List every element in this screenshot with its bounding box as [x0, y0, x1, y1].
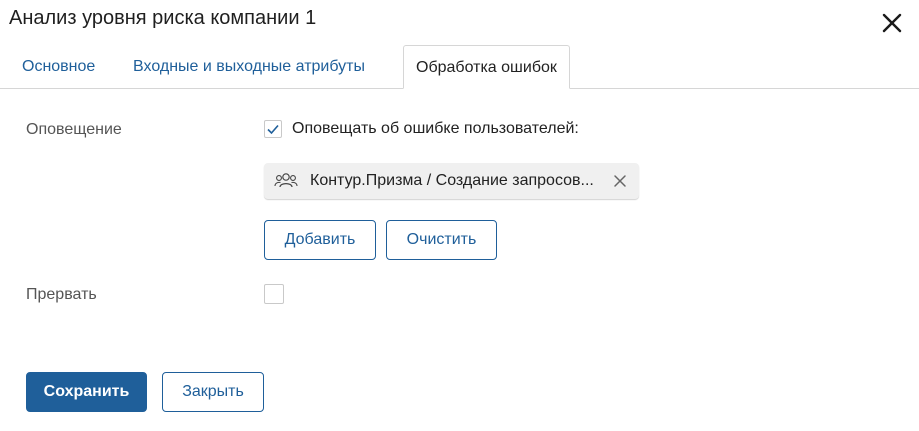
close-button[interactable]: Закрыть	[162, 372, 264, 412]
users-group-icon	[274, 171, 298, 191]
tab-input-output-attributes[interactable]: Входные и выходные атрибуты	[133, 45, 365, 88]
add-button[interactable]: Добавить	[264, 220, 376, 260]
tab-error-handling[interactable]: Обработка ошибок	[403, 45, 570, 89]
tab-general[interactable]: Основное	[22, 45, 95, 88]
tab-bar: Основное Входные и выходные атрибуты Обр…	[0, 45, 919, 89]
abort-checkbox[interactable]	[264, 284, 284, 304]
remove-chip-icon[interactable]	[613, 174, 627, 188]
notify-users-label: Оповещать об ошибке пользователей:	[292, 120, 579, 137]
abort-label: Прервать	[26, 286, 97, 303]
recipient-chip-label: Контур.Призма / Создание запросов...	[310, 172, 594, 189]
close-icon[interactable]	[880, 11, 904, 35]
notify-label: Оповещение	[26, 121, 122, 138]
recipient-chip: Контур.Призма / Создание запросов...	[264, 163, 639, 199]
dialog-title: Анализ уровня риска компании 1	[9, 7, 317, 29]
save-button[interactable]: Сохранить	[26, 372, 147, 412]
clear-button[interactable]: Очистить	[386, 220, 497, 260]
checkmark-icon	[267, 124, 279, 135]
notify-users-checkbox[interactable]	[264, 120, 282, 138]
